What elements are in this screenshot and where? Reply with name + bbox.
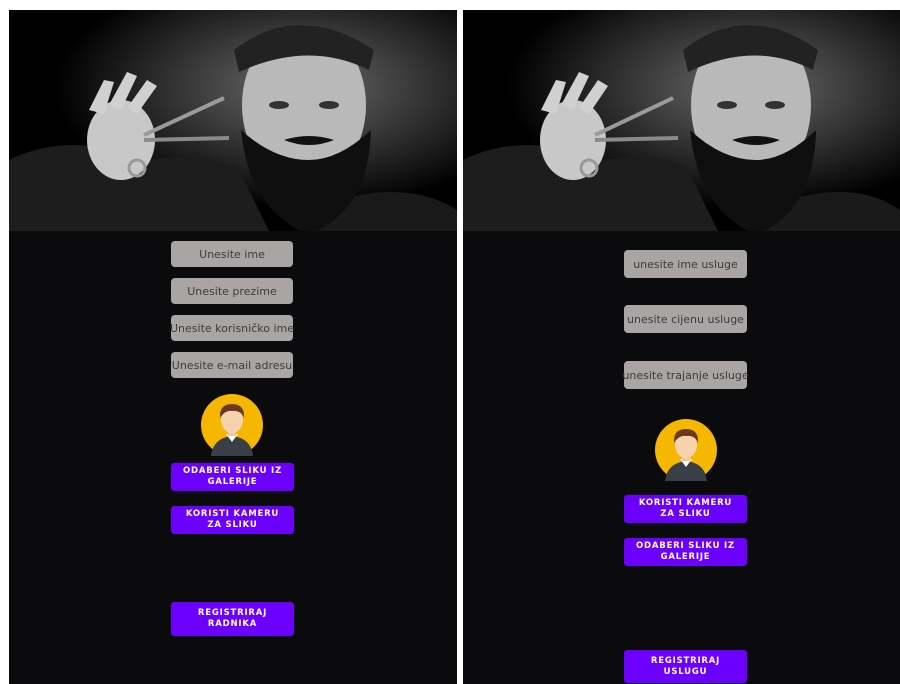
pick-from-gallery-button[interactable]: ODABERI SLIKU IZ GALERIJE	[171, 463, 294, 491]
register-service-button[interactable]: REGISTRIRAJ USLUGU	[624, 650, 747, 683]
barber-hero-image	[9, 10, 457, 231]
first-name-field[interactable]: Unesite ime	[171, 241, 293, 267]
email-field[interactable]: Unesite e-mail adresu	[171, 352, 293, 378]
service-price-field[interactable]: unesite cijenu usluge	[624, 305, 747, 333]
use-camera-button[interactable]: KORISTI KAMERU ZA SLIKU	[171, 506, 294, 534]
worker-registration-screen: Unesite ime Unesite prezime Unesite kori…	[9, 10, 457, 684]
service-registration-screen: unesite ime usluge unesite cijenu usluge…	[463, 10, 900, 684]
register-worker-button[interactable]: REGISTRIRAJ RADNIKA	[171, 602, 294, 636]
service-name-field[interactable]: unesite ime usluge	[624, 250, 747, 278]
service-duration-field[interactable]: unesite trajanje usluge	[622, 361, 749, 389]
avatar-icon	[201, 394, 263, 456]
pick-from-gallery-button[interactable]: ODABERI SLIKU IZ GALERIJE	[624, 538, 747, 566]
last-name-field[interactable]: Unesite prezime	[171, 278, 293, 304]
username-field[interactable]: Unesite korisničko ime	[170, 315, 294, 341]
use-camera-button[interactable]: KORISTI KAMERU ZA SLIKU	[624, 495, 747, 523]
avatar-icon	[655, 419, 717, 481]
barber-hero-image	[463, 10, 900, 231]
